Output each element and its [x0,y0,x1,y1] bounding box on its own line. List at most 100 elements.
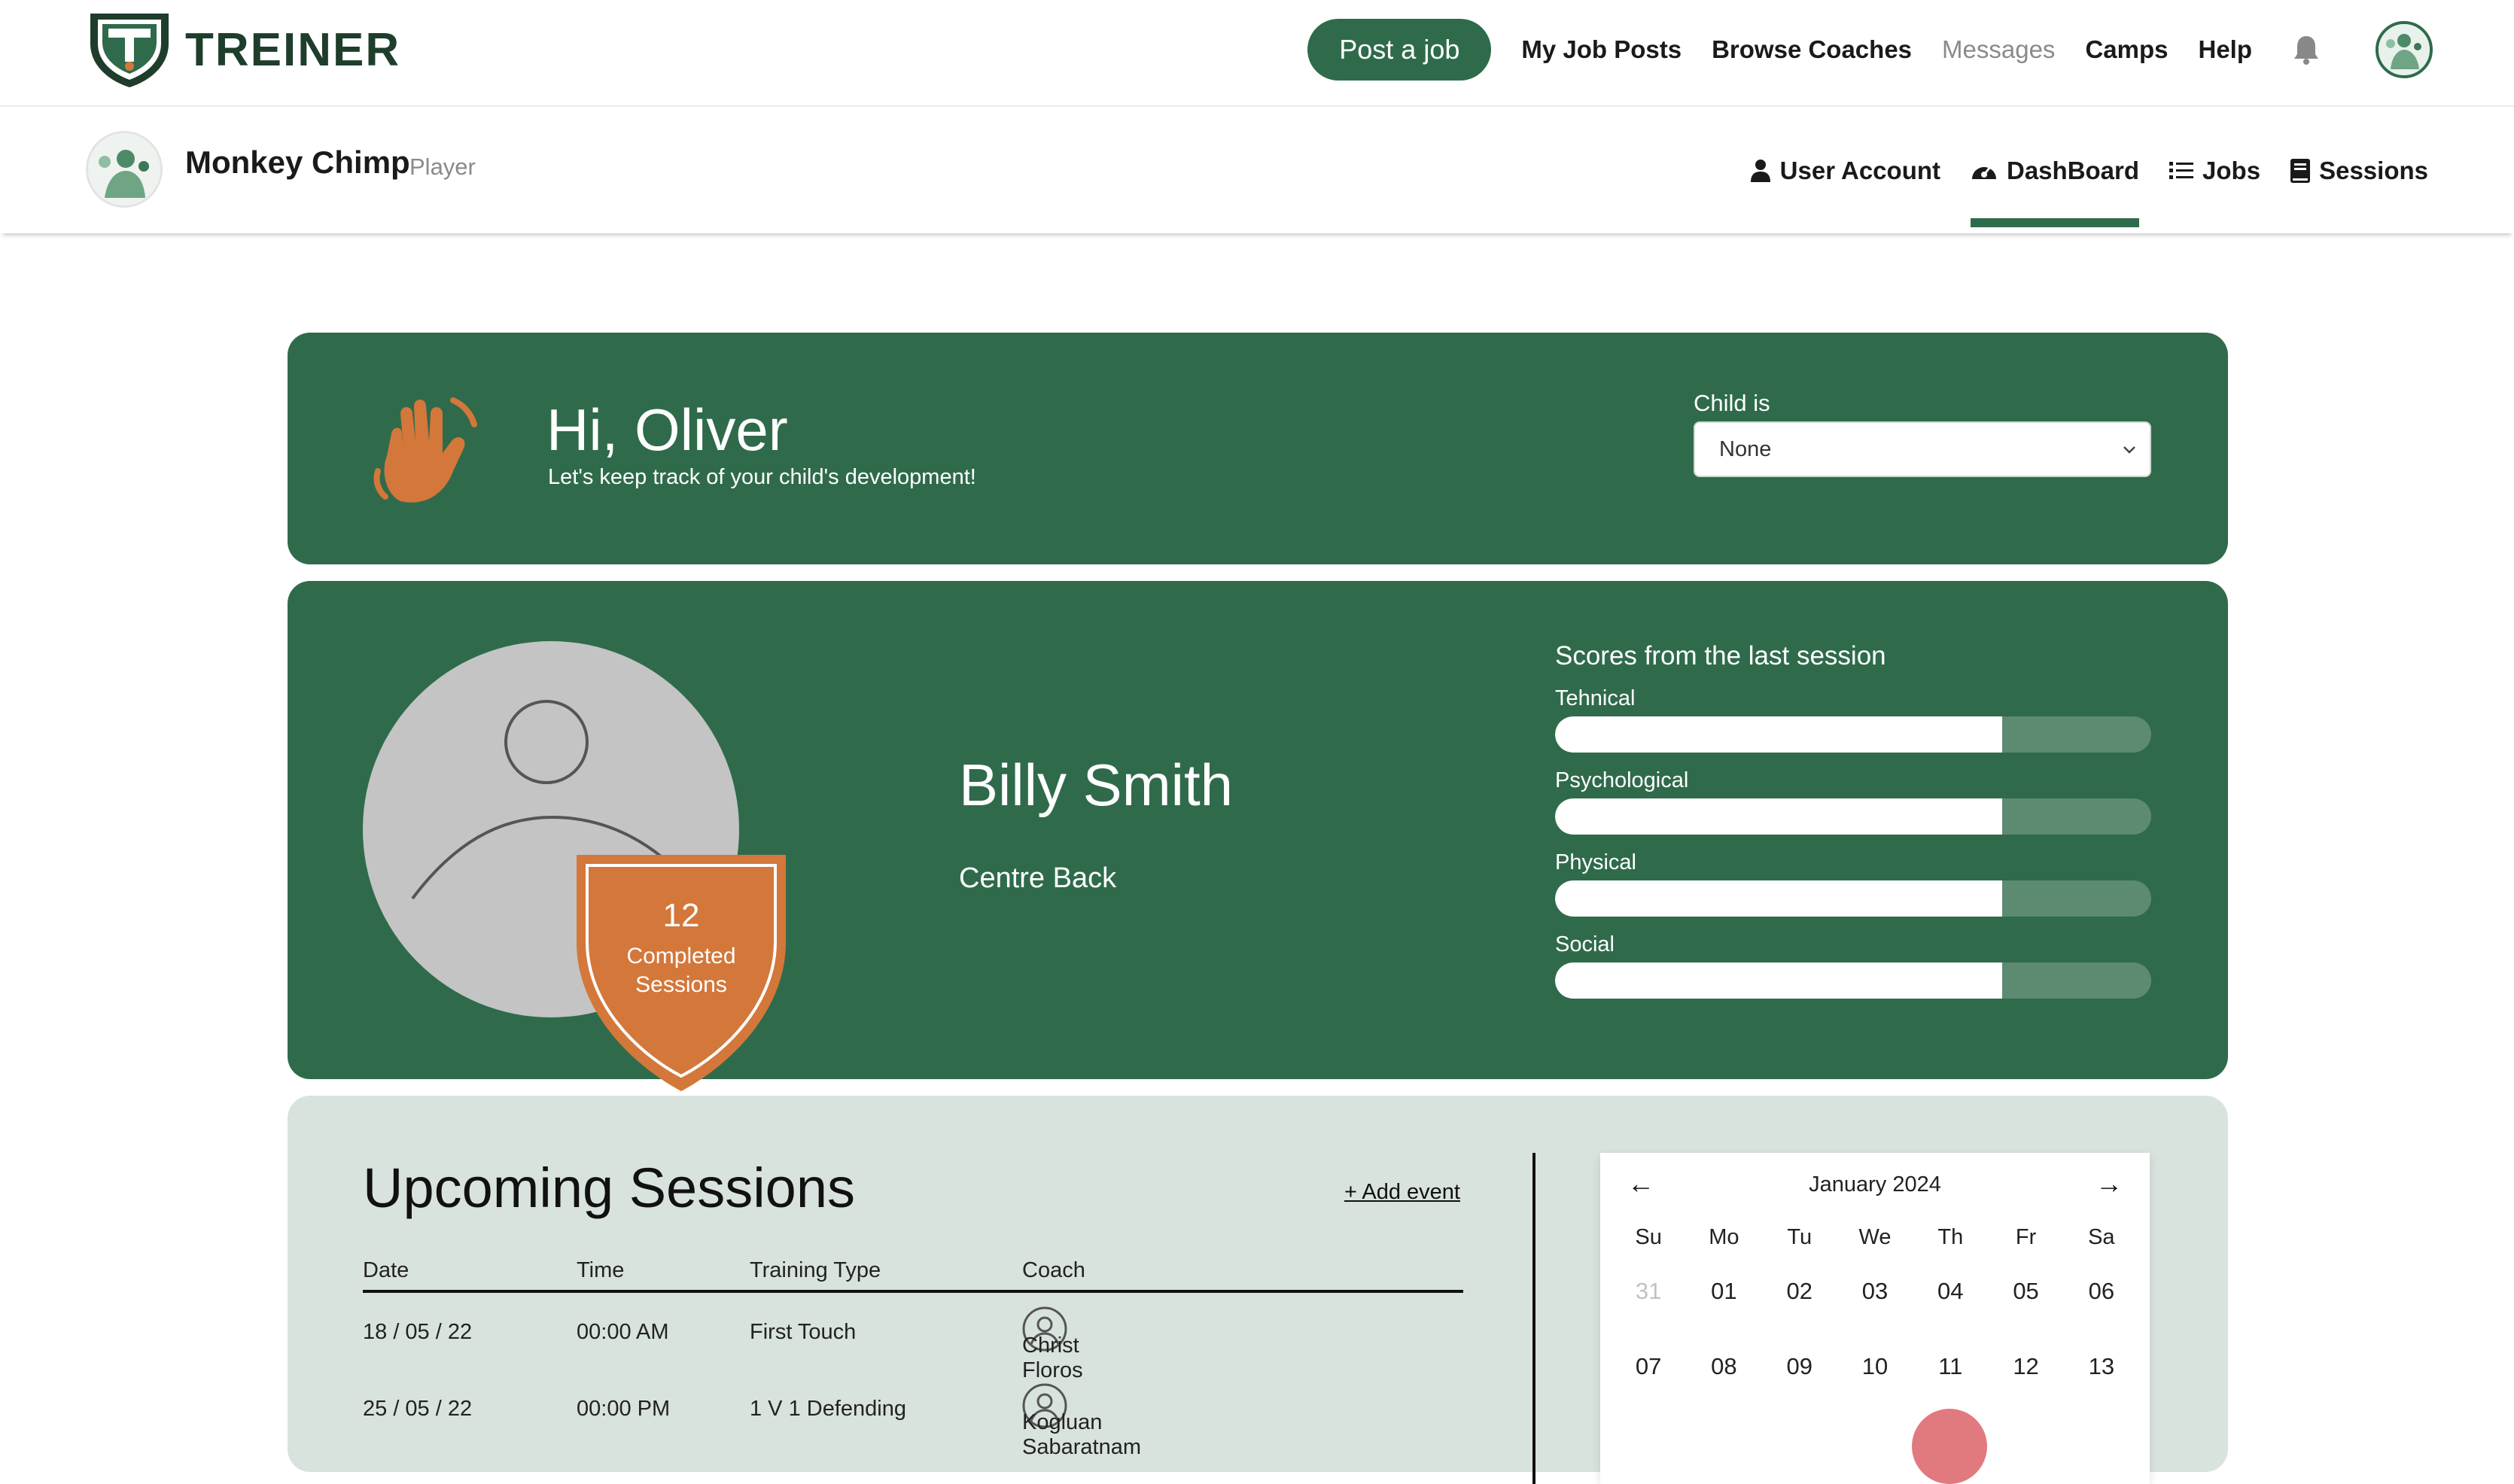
badge-label-line1: Completed [626,944,736,969]
score-row-physical: Physical [1555,850,2151,932]
nav-my-job-posts[interactable]: My Job Posts [1521,35,1682,64]
player-name: Billy Smith [959,752,1234,818]
cell-coach[interactable]: Kogluan Sabaratnam [1022,1383,1141,1459]
sessions-table: Date Time Training Type Coach 18 / 05 / … [363,1254,1463,1459]
player-position: Centre Back [959,862,1117,894]
col-time: Time [577,1258,625,1282]
table-row[interactable]: 25 / 05 / 22 00:00 PM 1 V 1 Defending Ko… [363,1370,1463,1459]
score-bar-fill [1555,716,2002,753]
notification-bell-icon[interactable] [2290,32,2323,68]
greeting-card: Hi, Oliver Let's keep track of your chil… [288,333,2228,564]
tab-sessions[interactable]: Sessions [2290,108,2428,233]
calendar-grid: Su Mo Tu We Th Fr Sa 31 01 02 03 04 05 0… [1611,1225,2139,1428]
coach-name: Kogluan Sabaratnam [1022,1410,1141,1459]
tab-user-account[interactable]: User Account [1750,108,1940,233]
tab-jobs[interactable]: Jobs [2169,108,2260,233]
cell-training-type: First Touch [750,1320,857,1344]
user-avatar[interactable] [2376,21,2433,78]
post-job-button[interactable]: Post a job [1307,19,1492,81]
greeting-title: Hi, Oliver [546,397,788,463]
brand-name: TREINER [185,23,401,76]
user-icon [1750,160,1770,182]
badge-label-line2: Sessions [635,972,727,997]
cell-time: 00:00 PM [577,1397,671,1421]
tab-dashboard[interactable]: DashBoard [1971,108,2140,233]
add-event-link[interactable]: + Add event [1344,1180,1460,1205]
upcoming-sessions-title: Upcoming Sessions [363,1157,855,1219]
calendar-weekday: Th [1937,1225,1964,1249]
calendar-day[interactable]: 07 [1611,1353,1686,1428]
profile-role: Player [409,154,476,180]
score-bar-fill [1555,798,2002,835]
top-navbar: TREINER Post a job My Job Posts Browse C… [0,0,2514,107]
book-icon [2290,159,2311,183]
completed-sessions-badge: 12 Completed Sessions [574,852,789,1094]
calendar: ← January 2024 → Su Mo Tu We Th Fr Sa 31… [1600,1153,2150,1484]
calendar-day[interactable]: 12 [1988,1353,2063,1428]
score-row-social: Social [1555,932,2151,1014]
calendar-day[interactable]: 10 [1837,1353,1913,1428]
chevron-down-icon [2123,446,2135,454]
nav-camps[interactable]: Camps [2085,35,2168,64]
avatar-illustration-icon [88,133,160,205]
calendar-weekday: Su [1635,1225,1662,1249]
calendar-highlighted-day[interactable] [1912,1409,1987,1484]
profile-name: Monkey Chimp [185,144,410,180]
score-label: Social [1555,932,1615,956]
cell-date: 25 / 05 / 22 [363,1397,473,1421]
score-label: Physical [1555,850,1636,874]
col-training-type: Training Type [750,1258,881,1282]
tab-jobs-label: Jobs [2202,157,2261,184]
waving-hand-icon [373,397,477,503]
shield-logo-icon [90,14,169,87]
nav-messages[interactable]: Messages [1942,35,2055,64]
calendar-day[interactable]: 05 [1988,1278,2063,1353]
score-row-psychological: Psychological [1555,768,2151,850]
calendar-weekday: We [1858,1225,1892,1249]
cell-coach[interactable]: Christ Floros [1022,1306,1083,1382]
cell-date: 18 / 05 / 22 [363,1320,473,1344]
score-bar [1555,798,2151,835]
score-bar [1555,880,2151,917]
vertical-divider [1532,1153,1535,1484]
col-date: Date [363,1258,409,1282]
calendar-day[interactable]: 02 [1762,1278,1837,1353]
child-select-value: None [1719,436,1772,461]
nav-help[interactable]: Help [2198,35,2252,64]
calendar-month: January 2024 [1809,1172,1941,1197]
calendar-day[interactable]: 31 [1611,1278,1686,1353]
nav-browse-coaches[interactable]: Browse Coaches [1712,35,1912,64]
scores-panel: Scores from the last session Tehnical Ps… [1555,641,2151,1014]
player-card: 12 Completed Sessions Billy Smith Centre… [288,581,2228,1091]
score-bar-fill [1555,962,2002,999]
tab-sessions-label: Sessions [2319,157,2428,184]
calendar-weekday: Fr [2015,1225,2037,1249]
score-label: Psychological [1555,768,1689,792]
child-select[interactable]: None [1694,421,2151,477]
col-coach: Coach [1022,1258,1085,1282]
calendar-day[interactable]: 06 [2064,1278,2139,1353]
brand-logo[interactable]: TREINER [86,11,400,89]
calendar-day[interactable]: 09 [1762,1353,1837,1428]
table-row[interactable]: 18 / 05 / 22 00:00 AM First Touch Christ… [363,1293,1463,1382]
calendar-day[interactable]: 03 [1837,1278,1913,1353]
scores-title: Scores from the last session [1555,641,1886,671]
dashboard-subnav: User Account DashBoard Jobs Sessions [1720,108,2428,233]
tab-user-account-label: User Account [1779,157,1940,184]
calendar-day[interactable]: 08 [1686,1353,1761,1428]
profile-bar: Monkey Chimp Player User Account DashBoa… [0,108,2514,233]
calendar-day[interactable]: 01 [1686,1278,1761,1353]
gauge-icon [1972,166,1996,179]
badge-count: 12 [662,897,700,934]
calendar-day[interactable]: 04 [1913,1278,1988,1353]
upcoming-sessions-card: Upcoming Sessions + Add event Date Time … [288,1096,2228,1484]
score-bar-fill [1555,880,2002,917]
profile-avatar [86,131,163,208]
list-icon [2169,162,2194,179]
tab-dashboard-label: DashBoard [2007,157,2140,184]
score-bar [1555,962,2151,999]
calendar-next-arrow-icon[interactable]: → [2096,1168,2123,1200]
main-nav: Post a job My Job Posts Browse Coaches M… [1307,18,2433,81]
calendar-day[interactable]: 13 [2064,1353,2139,1428]
greeting-subtitle: Let's keep track of your child's develop… [548,465,976,489]
